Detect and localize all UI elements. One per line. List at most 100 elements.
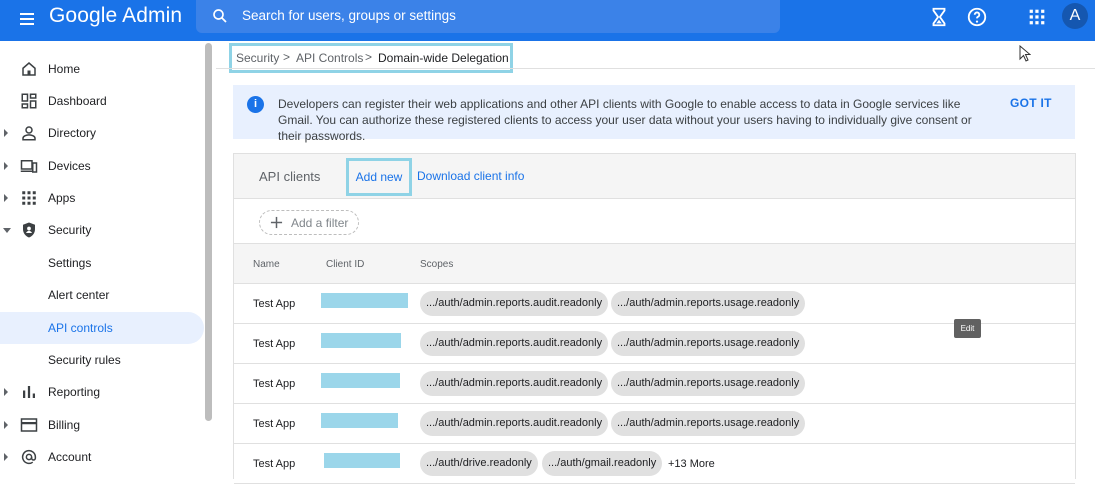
- shield-icon: [23, 222, 35, 238]
- expand-arrow-icon[interactable]: [4, 194, 8, 202]
- scope-chip[interactable]: .../auth/admin.reports.usage.readonly: [611, 331, 806, 356]
- sidebar-item-label: API controls: [48, 321, 113, 335]
- expand-arrow-icon[interactable]: [4, 129, 8, 137]
- search-input[interactable]: Search for users, groups or settings: [242, 8, 456, 23]
- expand-arrow-icon[interactable]: [4, 453, 8, 461]
- collapse-arrow-icon[interactable]: [3, 228, 11, 233]
- sidebar-item-label: Reporting: [48, 385, 101, 399]
- sidebar-item-label: Home: [48, 62, 81, 76]
- sidebar-item-label: Billing: [48, 418, 81, 432]
- client-name: Test App: [253, 418, 296, 430]
- scope-chip[interactable]: .../auth/admin.reports.usage.readonly: [611, 411, 806, 436]
- breadcrumb-separator: >: [365, 50, 373, 64]
- dashboard-icon: [21, 93, 37, 109]
- sidebar-item-security[interactable]: Security: [0, 214, 204, 246]
- table-row[interactable]: Test App .../auth/admin.reports.audit.re…: [234, 364, 1075, 404]
- scope-chip[interactable]: .../auth/gmail.readonly: [542, 451, 663, 476]
- plus-icon: [270, 216, 283, 229]
- expand-arrow-icon[interactable]: [4, 421, 8, 429]
- sidebar-item-label: Apps: [48, 191, 76, 205]
- credit-card-icon: [20, 418, 38, 432]
- api-clients-card: API clients Add new Download client info…: [233, 153, 1076, 484]
- edit-tooltip: Edit: [954, 319, 981, 338]
- expand-arrow-icon[interactable]: [4, 388, 8, 396]
- sidebar-item-devices[interactable]: Devices: [0, 150, 204, 182]
- home-icon: [22, 62, 36, 76]
- sidebar-item-directory[interactable]: Directory: [0, 117, 204, 149]
- hourglass-icon[interactable]: [928, 6, 950, 28]
- sidebar-item-label: Security rules: [48, 353, 121, 367]
- info-banner: i Developers can register their web appl…: [233, 85, 1075, 143]
- scope-chip[interactable]: .../auth/admin.reports.usage.readonly: [611, 291, 806, 316]
- sidebar-item-label: Security: [48, 223, 92, 237]
- more-scopes-link[interactable]: +13 More: [668, 458, 715, 470]
- apps-grid-icon: [22, 191, 36, 205]
- column-header-scopes[interactable]: Scopes: [420, 259, 453, 270]
- banner-text: Developers can register their web applic…: [278, 97, 972, 143]
- table-header: Name Client ID Scopes: [234, 244, 1075, 284]
- sidebar-item-apps[interactable]: Apps: [0, 182, 204, 214]
- sidebar-item-account[interactable]: Account: [0, 441, 204, 473]
- column-header-client-id[interactable]: Client ID: [326, 259, 364, 270]
- person-icon: [22, 126, 36, 141]
- sidebar-item-reporting[interactable]: Reporting: [0, 376, 204, 408]
- hamburger-menu-icon[interactable]: [18, 9, 38, 29]
- scope-chip[interactable]: .../auth/admin.reports.audit.readonly: [420, 291, 609, 316]
- client-name: Test App: [253, 338, 296, 350]
- card-title: API clients: [259, 169, 321, 184]
- download-client-info-link[interactable]: Download client info: [417, 169, 524, 183]
- scope-chip[interactable]: .../auth/admin.reports.audit.readonly: [420, 411, 609, 436]
- sidebar-item-settings[interactable]: Settings: [0, 247, 204, 279]
- mouse-cursor-icon: [1019, 45, 1031, 62]
- help-icon[interactable]: [966, 6, 988, 28]
- filter-bar: Add a filter: [234, 200, 1075, 244]
- table-row[interactable]: Test App .../auth/admin.reports.audit.re…: [234, 284, 1075, 324]
- sidebar-item-label: Alert center: [48, 288, 110, 302]
- sidebar-scrollbar[interactable]: [205, 43, 212, 421]
- table-row[interactable]: Test App .../auth/admin.reports.audit.re…: [234, 324, 1075, 364]
- scope-chip[interactable]: .../auth/admin.reports.audit.readonly: [420, 331, 609, 356]
- at-sign-icon: [21, 449, 37, 465]
- table-row[interactable]: Test App .../auth/admin.reports.audit.re…: [234, 404, 1075, 444]
- sidebar-item-dashboard[interactable]: Dashboard: [0, 85, 204, 117]
- avatar[interactable]: A: [1062, 3, 1088, 29]
- breadcrumb-security[interactable]: Security: [236, 51, 279, 65]
- sidebar: Home Dashboard Directory Devices Apps Se…: [0, 41, 216, 479]
- search-icon: [213, 9, 227, 23]
- add-new-button[interactable]: Add new: [346, 158, 412, 196]
- sidebar-item-home[interactable]: Home: [0, 53, 204, 85]
- client-name: Test App: [253, 298, 296, 310]
- got-it-button[interactable]: GOT IT: [1010, 96, 1052, 110]
- add-filter-button[interactable]: Add a filter: [259, 210, 359, 235]
- breadcrumb-api-controls[interactable]: API Controls: [296, 51, 363, 65]
- column-header-name[interactable]: Name: [253, 259, 280, 270]
- app-brand[interactable]: Google Admin: [49, 4, 182, 28]
- client-name: Test App: [253, 378, 296, 390]
- scope-chip[interactable]: .../auth/admin.reports.audit.readonly: [420, 371, 609, 396]
- table-row[interactable]: Test App .../auth/drive.readonly .../aut…: [234, 444, 1075, 484]
- redacted-client-id: [321, 413, 398, 428]
- app-launcher-icon[interactable]: [1026, 6, 1048, 28]
- sidebar-item-label: Account: [48, 450, 92, 464]
- sidebar-item-label: Devices: [48, 159, 91, 173]
- redacted-client-id: [321, 333, 401, 348]
- sidebar-item-alert-center[interactable]: Alert center: [0, 279, 204, 311]
- scope-chip[interactable]: .../auth/drive.readonly: [420, 451, 538, 476]
- devices-icon: [20, 160, 38, 173]
- divider: [216, 68, 1095, 69]
- redacted-client-id: [321, 293, 408, 308]
- info-icon: i: [247, 96, 264, 113]
- bar-chart-icon: [23, 386, 35, 398]
- add-filter-label: Add a filter: [291, 216, 349, 230]
- sidebar-item-billing[interactable]: Billing: [0, 409, 204, 441]
- sidebar-item-label: Directory: [48, 126, 97, 140]
- redacted-client-id: [321, 373, 400, 388]
- scope-chip[interactable]: .../auth/admin.reports.usage.readonly: [611, 371, 806, 396]
- sidebar-item-label: Dashboard: [48, 94, 107, 108]
- card-header: API clients Add new Download client info: [234, 154, 1075, 199]
- client-name: Test App: [253, 458, 296, 470]
- sidebar-item-api-controls[interactable]: API controls: [0, 312, 204, 344]
- search-bar[interactable]: Search for users, groups or settings: [196, 0, 780, 33]
- sidebar-item-security-rules[interactable]: Security rules: [0, 344, 204, 376]
- expand-arrow-icon[interactable]: [4, 162, 8, 170]
